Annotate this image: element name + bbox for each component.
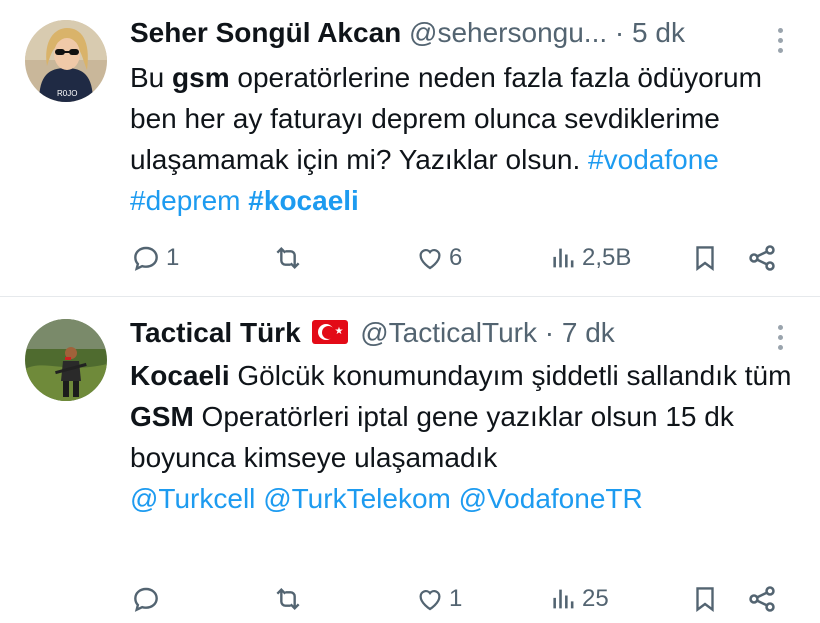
like-count: 6 xyxy=(449,244,463,271)
retweet-button[interactable] xyxy=(272,579,304,619)
avatar[interactable]: R0JO xyxy=(25,20,107,102)
retweet-icon xyxy=(276,587,300,611)
views-count: 2,5B xyxy=(582,244,632,271)
tweet-text-segment: Operatörleri iptal gene yazıklar olsun 1… xyxy=(130,401,734,473)
avatar[interactable] xyxy=(25,319,107,401)
views-count: 25 xyxy=(582,585,609,612)
bold-text: Kocaeli xyxy=(130,360,230,391)
display-name[interactable]: Tactical Türk xyxy=(130,317,301,348)
bookmark-icon xyxy=(696,246,714,271)
tweet-text: Kocaeli Gölcük konumundayım şiddetli sal… xyxy=(130,355,800,519)
hashtag-link[interactable]: #vodafone xyxy=(588,144,719,175)
mention-link[interactable]: @VodafoneTR xyxy=(459,483,643,514)
tweet-text-segment: Gölcük konumundayım şiddetli sallandık t… xyxy=(229,360,792,391)
mention-link[interactable]: @TurkTelekom xyxy=(263,483,451,514)
timestamp[interactable]: 7 dk xyxy=(562,317,615,348)
hashtag-link[interactable]: #deprem xyxy=(130,185,241,216)
reply-count: 1 xyxy=(166,244,180,271)
turkey-flag-icon: ★ xyxy=(312,320,349,344)
more-icon[interactable] xyxy=(776,325,784,355)
tweet-text-segment xyxy=(451,483,459,514)
reply-icon xyxy=(134,587,158,612)
like-icon xyxy=(419,590,441,611)
views-button[interactable]: 25 xyxy=(550,579,609,619)
reply-icon xyxy=(134,246,158,271)
like-icon xyxy=(419,249,441,270)
tweet-text-segment: Bu xyxy=(130,62,173,93)
bold-text: GSM xyxy=(130,401,194,432)
tweet-header: Seher Songül Akcan @sehersongu... · 5 dk xyxy=(130,15,800,51)
display-name[interactable]: Seher Songül Akcan xyxy=(130,17,401,48)
timestamp[interactable]: 5 dk xyxy=(632,17,685,48)
hashtag-link[interactable]: #kocaeli xyxy=(248,185,359,216)
handle[interactable]: @TacticalTurk xyxy=(360,317,537,348)
like-count: 1 xyxy=(449,585,463,612)
tweet-text: Bu gsm operatörlerine neden fazla fazla … xyxy=(130,57,800,221)
tweet[interactable]: Tactical Türk ★ @TacticalTurk · 7 dk Koc… xyxy=(0,297,820,623)
bookmark-button[interactable] xyxy=(690,238,720,278)
reply-button[interactable] xyxy=(130,579,162,619)
like-button[interactable]: 6 xyxy=(415,238,462,278)
views-icon xyxy=(553,589,574,609)
more-icon[interactable] xyxy=(776,28,784,58)
separator-dot: · xyxy=(614,17,625,48)
views-button[interactable]: 2,5B xyxy=(550,238,631,278)
bookmark-icon xyxy=(696,587,714,612)
share-icon xyxy=(749,245,775,271)
retweet-button[interactable] xyxy=(272,238,304,278)
bookmark-button[interactable] xyxy=(690,579,720,619)
retweet-icon xyxy=(276,246,300,270)
reply-button[interactable]: 1 xyxy=(130,238,179,278)
handle[interactable]: @sehersongu... xyxy=(409,17,607,48)
share-icon xyxy=(749,586,775,612)
mention-link[interactable]: @Turkcell xyxy=(130,483,255,514)
tweet-header: Tactical Türk ★ @TacticalTurk · 7 dk xyxy=(130,315,800,351)
like-button[interactable]: 1 xyxy=(415,579,462,619)
tweet[interactable]: R0JO Seher Songül Akcan @sehersongu... ·… xyxy=(0,0,820,295)
separator-dot: · xyxy=(544,317,555,348)
share-button[interactable] xyxy=(746,238,778,278)
bold-text: gsm xyxy=(172,62,230,93)
svg-text:R0JO: R0JO xyxy=(57,89,77,98)
views-icon xyxy=(553,248,574,268)
share-button[interactable] xyxy=(746,579,778,619)
